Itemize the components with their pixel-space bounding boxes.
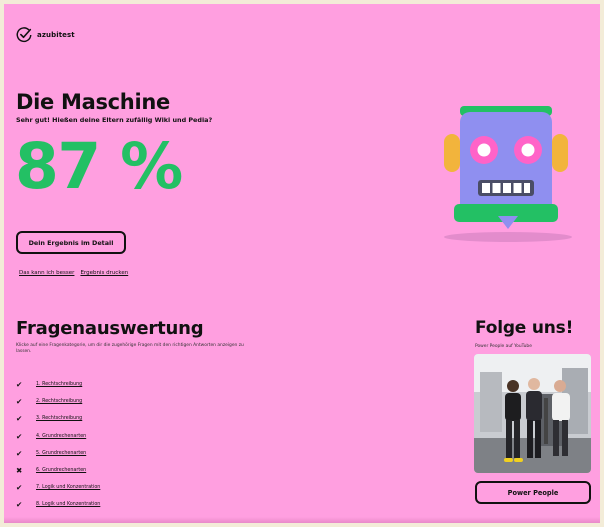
question-category-link[interactable]: 3. Rechtschreibung <box>36 416 82 421</box>
question-category-link[interactable]: 1. Rechtschreibung <box>36 382 82 387</box>
question-category-link[interactable]: 4. Grundrechenarten <box>36 434 86 439</box>
follow-description: Power People auf YouTube <box>475 344 532 349</box>
check-circle-logo-icon <box>16 27 32 43</box>
result-title: Die Maschine <box>16 90 170 114</box>
list-item: ✔ 2. Rechtschreibung <box>16 393 100 410</box>
checkmark-icon: ✔ <box>16 380 23 390</box>
brand-name: azubitest <box>37 31 75 39</box>
evaluation-description: Klicke auf eine Fragenkategorie, um dir … <box>16 343 244 355</box>
result-subtitle: Sehr gut! Hießen deine Eltern zufällig W… <box>16 116 213 124</box>
checkmark-icon: ✔ <box>16 431 23 441</box>
checkmark-icon: ✔ <box>16 448 23 458</box>
list-item: ✔ 7. Logik und Konzentration <box>16 479 100 496</box>
question-category-link[interactable]: 7. Logik und Konzentration <box>36 485 100 490</box>
checkmark-icon: ✔ <box>16 483 23 493</box>
list-item: ✔ 3. Rechtschreibung <box>16 410 100 427</box>
question-category-list: ✔ 1. Rechtschreibung ✔ 2. Rechtschreibung … <box>16 376 100 514</box>
result-links: Das kann ich besser Ergebnis drucken <box>19 270 128 276</box>
question-category-link[interactable]: 8. Logik und Konzentration <box>36 502 100 507</box>
list-item: ✔ 8. Logik und Konzentration <box>16 496 100 513</box>
result-page: azubitest Die Maschine Sehr gut! Hießen … <box>4 4 600 523</box>
list-item: ✔ 1. Rechtschreibung <box>16 376 100 393</box>
cross-icon: ✖ <box>16 466 23 476</box>
question-category-link[interactable]: 2. Rechtschreibung <box>36 399 82 404</box>
question-category-link[interactable]: 6. Grundrechenarten <box>36 468 86 473</box>
result-detail-button[interactable]: Dein Ergebnis im Detail <box>16 231 126 254</box>
power-people-button[interactable]: Power People <box>475 481 591 504</box>
checkmark-icon: ✔ <box>16 397 23 407</box>
checkmark-icon: ✔ <box>16 500 23 510</box>
list-item: ✔ 4. Grundrechenarten <box>16 428 100 445</box>
evaluation-title: Fragenauswertung <box>16 318 204 339</box>
list-item: ✖ 6. Grundrechenarten <box>16 462 100 479</box>
robot-illustration-icon <box>444 106 572 242</box>
follow-title: Folge uns! <box>475 318 574 338</box>
question-category-link[interactable]: 5. Grundrechenarten <box>36 451 86 456</box>
brand-logo[interactable]: azubitest <box>15 26 75 44</box>
print-result-link[interactable]: Ergebnis drucken <box>80 270 128 276</box>
score-percentage: 87 % <box>15 130 183 203</box>
improve-link[interactable]: Das kann ich besser <box>19 270 74 276</box>
team-photo[interactable] <box>474 354 591 473</box>
checkmark-icon: ✔ <box>16 414 23 424</box>
list-item: ✔ 5. Grundrechenarten <box>16 445 100 462</box>
page-bottom-edge <box>4 517 600 523</box>
